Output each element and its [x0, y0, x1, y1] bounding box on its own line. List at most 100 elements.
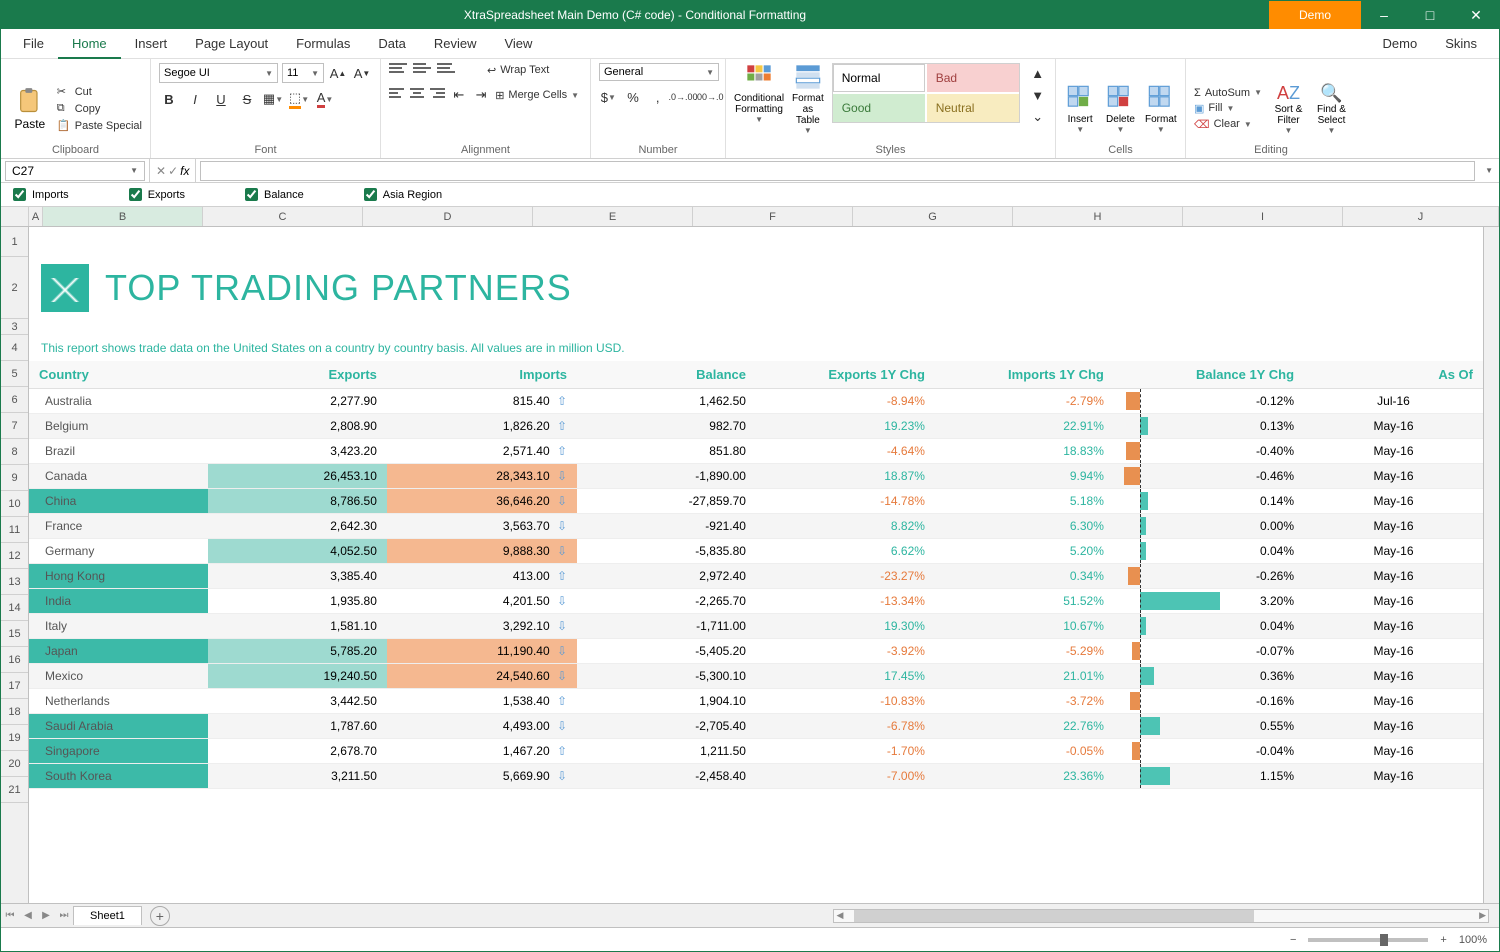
align-top-button[interactable]	[389, 63, 407, 77]
table-row[interactable]: South Korea3,211.505,669.90 ⇩-2,458.40-7…	[29, 764, 1483, 789]
filter-asia[interactable]: Asia Region	[364, 188, 442, 201]
conditional-formatting-button[interactable]: Conditional Formatting▼	[734, 63, 784, 124]
styles-expand[interactable]: ⌄	[1028, 107, 1048, 127]
table-row[interactable]: Mexico19,240.5024,540.60 ⇩-5,300.1017.45…	[29, 664, 1483, 689]
table-row[interactable]: Australia2,277.90815.40 ⇧1,462.50-8.94%-…	[29, 389, 1483, 414]
column-header[interactable]: Imports	[387, 361, 577, 389]
minimize-button[interactable]: –	[1361, 1, 1407, 29]
number-format-select[interactable]: General▼	[599, 63, 719, 81]
menu-tab-file[interactable]: File	[9, 30, 58, 57]
column-header[interactable]: Balance 1Y Chg	[1114, 361, 1304, 389]
menu-tab-review[interactable]: Review	[420, 30, 491, 57]
column-header[interactable]: Imports 1Y Chg	[935, 361, 1114, 389]
sheet-tab[interactable]: Sheet1	[73, 906, 142, 925]
cell-styles-gallery[interactable]: Normal Bad Good Neutral	[832, 63, 1020, 123]
paste-special-button[interactable]: 📋Paste Special	[57, 119, 142, 133]
menu-tab-demo[interactable]: Demo	[1369, 30, 1432, 57]
menu-tab-page-layout[interactable]: Page Layout	[181, 30, 282, 57]
column-header[interactable]: Exports	[208, 361, 387, 389]
decrease-font-button[interactable]: A▼	[352, 63, 372, 83]
clear-button[interactable]: ⌫Clear▼	[1194, 118, 1262, 131]
sheet-nav-first[interactable]: ⏮	[1, 910, 19, 921]
styles-scroll-up[interactable]: ▲	[1028, 63, 1048, 83]
autosum-button[interactable]: ΣAutoSum▼	[1194, 87, 1262, 99]
align-center-button[interactable]	[410, 88, 425, 102]
format-as-table-button[interactable]: Format as Table▼	[792, 63, 824, 135]
percent-button[interactable]: %	[624, 87, 643, 107]
column-header[interactable]: Exports 1Y Chg	[756, 361, 935, 389]
column-header[interactable]: As Of	[1304, 361, 1483, 389]
style-neutral[interactable]: Neutral	[927, 94, 1019, 122]
formula-input[interactable]	[200, 161, 1475, 181]
table-row[interactable]: Germany4,052.509,888.30 ⇩-5,835.806.62%5…	[29, 539, 1483, 564]
comma-button[interactable]: ,	[648, 87, 667, 107]
menu-tab-view[interactable]: View	[490, 30, 546, 57]
align-middle-button[interactable]	[413, 63, 431, 77]
find-select-button[interactable]: 🔍 Find & Select▼	[1315, 63, 1348, 154]
cancel-formula-icon[interactable]: ✕	[156, 164, 166, 178]
zoom-out-button[interactable]: −	[1290, 934, 1296, 946]
demo-button[interactable]: Demo	[1269, 1, 1361, 29]
sheet-nav-prev[interactable]: ◀	[19, 910, 37, 921]
menu-tab-data[interactable]: Data	[364, 30, 419, 57]
fx-icon[interactable]: fx	[180, 164, 189, 178]
column-header[interactable]: Country	[29, 361, 208, 389]
underline-button[interactable]: U	[211, 89, 231, 109]
filter-balance[interactable]: Balance	[245, 188, 304, 201]
copy-button[interactable]: ⧉Copy	[57, 102, 142, 116]
sheet-nav-last[interactable]: ⏭	[55, 910, 73, 921]
table-row[interactable]: Hong Kong3,385.40413.00 ⇧2,972.40-23.27%…	[29, 564, 1483, 589]
sheet-nav-next[interactable]: ▶	[37, 910, 55, 921]
table-row[interactable]: Italy1,581.103,292.10 ⇩-1,711.0019.30%10…	[29, 614, 1483, 639]
row-headers[interactable]: 1 2 3 4 5 6789101112131415161718192021	[1, 227, 29, 903]
borders-button[interactable]: ▦▼	[263, 89, 283, 109]
align-bottom-button[interactable]	[437, 63, 455, 77]
menu-tab-home[interactable]: Home	[58, 30, 121, 59]
decrease-indent-button[interactable]: ⇤	[451, 85, 467, 105]
fill-button[interactable]: ▣Fill▼	[1194, 102, 1262, 115]
menu-tab-insert[interactable]: Insert	[121, 30, 182, 57]
filter-imports[interactable]: Imports	[13, 188, 69, 201]
strike-button[interactable]: S	[237, 89, 257, 109]
style-good[interactable]: Good	[833, 94, 925, 122]
filter-exports[interactable]: Exports	[129, 188, 185, 201]
decrease-decimal-button[interactable]: .00→.0	[699, 87, 719, 107]
styles-scroll-down[interactable]: ▼	[1028, 85, 1048, 105]
maximize-button[interactable]: □	[1407, 1, 1453, 29]
zoom-slider[interactable]	[1308, 938, 1428, 942]
column-header[interactable]: Balance	[577, 361, 756, 389]
paste-button[interactable]: Paste	[9, 63, 51, 154]
horizontal-scrollbar[interactable]: ◀ ▶	[833, 909, 1489, 923]
table-row[interactable]: Saudi Arabia1,787.604,493.00 ⇩-2,705.40-…	[29, 714, 1483, 739]
fill-color-button[interactable]: ⬚▼	[289, 89, 309, 109]
table-row[interactable]: France2,642.303,563.70 ⇩-921.408.82%6.30…	[29, 514, 1483, 539]
menu-tab-formulas[interactable]: Formulas	[282, 30, 364, 57]
table-row[interactable]: Japan5,785.2011,190.40 ⇩-5,405.20-3.92%-…	[29, 639, 1483, 664]
close-button[interactable]: ✕	[1453, 1, 1499, 29]
vertical-scrollbar[interactable]	[1483, 227, 1499, 903]
font-color-button[interactable]: A▼	[315, 89, 335, 109]
table-row[interactable]: Netherlands3,442.501,538.40 ⇧1,904.10-10…	[29, 689, 1483, 714]
column-headers[interactable]: A B C D E F G H I J	[1, 207, 1499, 227]
table-row[interactable]: Canada26,453.1028,343.10 ⇩-1,890.0018.87…	[29, 464, 1483, 489]
wrap-text-button[interactable]: ↩Wrap Text	[487, 64, 549, 77]
align-left-button[interactable]	[389, 88, 404, 102]
increase-indent-button[interactable]: ⇥	[473, 85, 489, 105]
name-box[interactable]: C27▼	[5, 161, 145, 181]
formula-expand-icon[interactable]: ▼	[1479, 166, 1499, 175]
insert-cells-button[interactable]: Insert▼	[1064, 63, 1096, 154]
sort-filter-button[interactable]: AZ Sort & Filter▼	[1272, 63, 1305, 154]
style-bad[interactable]: Bad	[927, 64, 1019, 92]
table-row[interactable]: Belgium2,808.901,826.20 ⇧982.7019.23%22.…	[29, 414, 1483, 439]
align-right-button[interactable]	[430, 88, 445, 102]
style-normal[interactable]: Normal	[833, 64, 925, 92]
font-name-select[interactable]: Segoe UI▼	[159, 63, 278, 83]
table-row[interactable]: China8,786.5036,646.20 ⇩-27,859.70-14.78…	[29, 489, 1483, 514]
table-row[interactable]: Brazil3,423.202,571.40 ⇧851.80-4.64%18.8…	[29, 439, 1483, 464]
zoom-in-button[interactable]: +	[1440, 934, 1446, 946]
add-sheet-button[interactable]: +	[150, 906, 170, 926]
table-row[interactable]: India1,935.804,201.50 ⇩-2,265.70-13.34%5…	[29, 589, 1483, 614]
table-row[interactable]: Singapore2,678.701,467.20 ⇧1,211.50-1.70…	[29, 739, 1483, 764]
menu-tab-skins[interactable]: Skins	[1431, 30, 1491, 57]
merge-cells-button[interactable]: ⊞Merge Cells▼	[495, 89, 579, 102]
